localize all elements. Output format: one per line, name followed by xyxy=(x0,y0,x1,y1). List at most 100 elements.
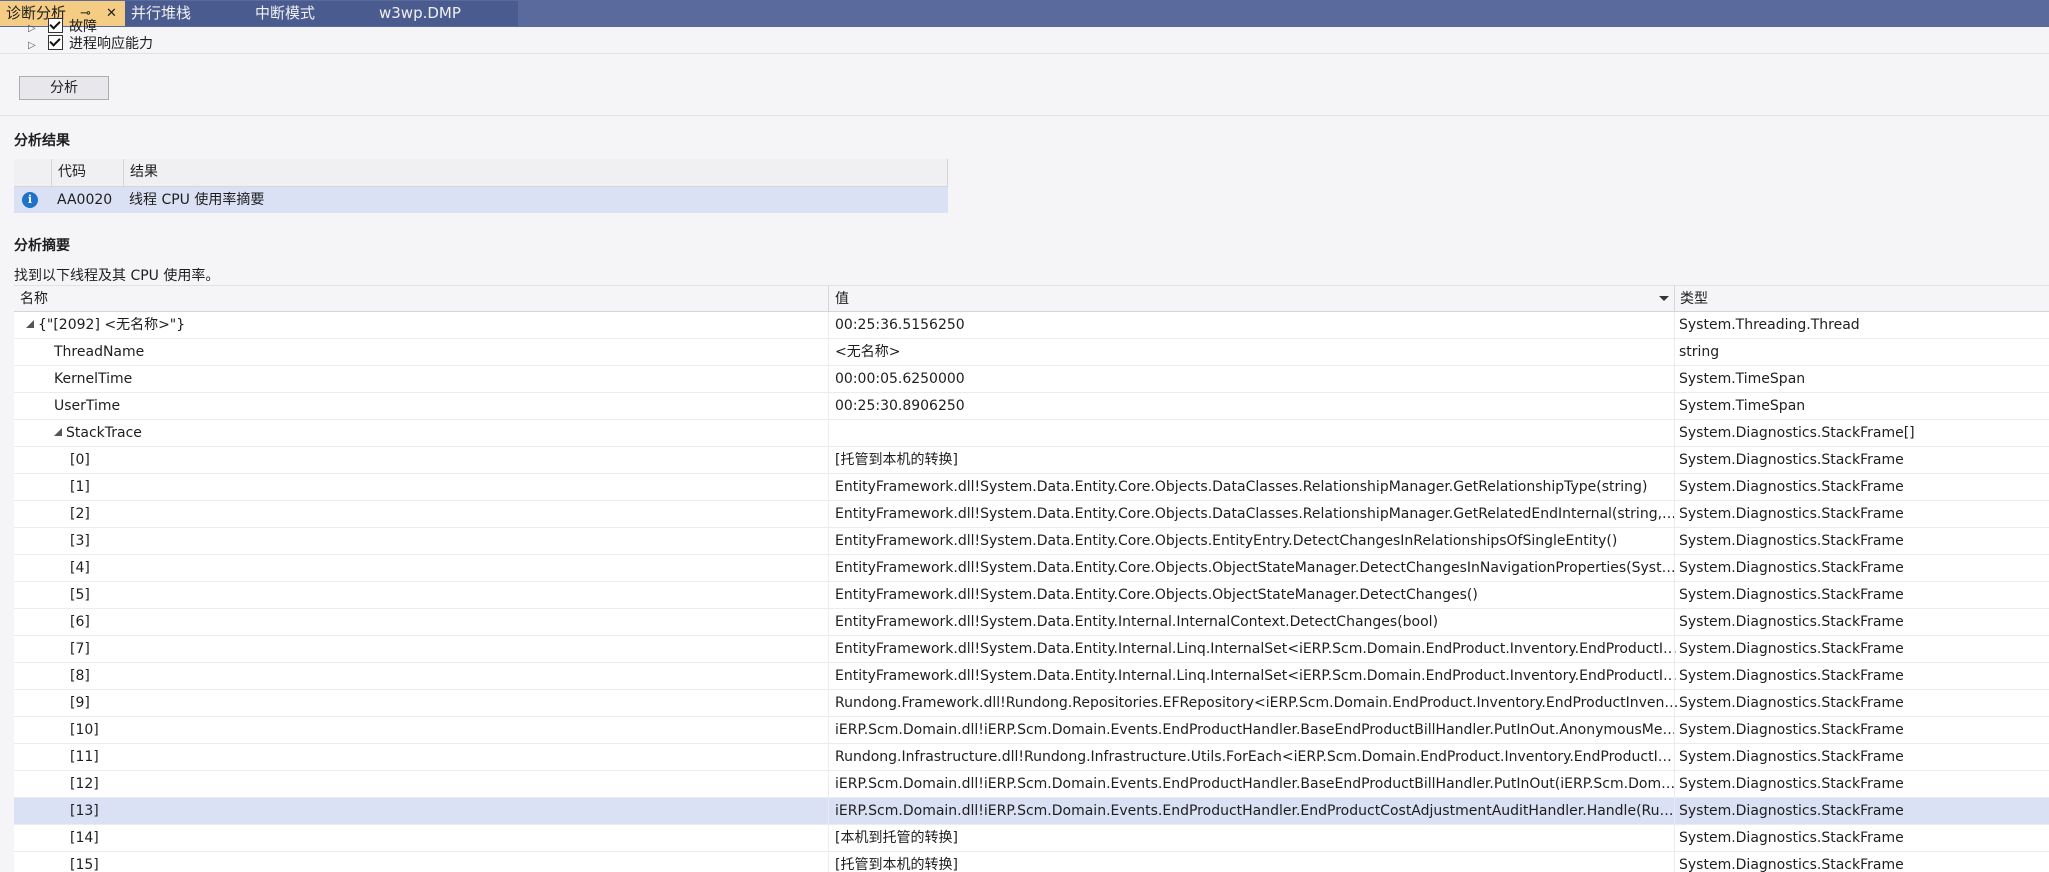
column-separator xyxy=(1674,609,1675,635)
divider xyxy=(0,115,2049,116)
table-row[interactable]: [3] EntityFramework.dll!System.Data.Entit… xyxy=(14,528,2049,555)
table-row[interactable]: [8] EntityFramework.dll!System.Data.Entit… xyxy=(14,663,2049,690)
grid-header: 名称 值 类型 xyxy=(14,285,2049,312)
row-name-cell: [10] xyxy=(14,717,828,743)
row-name: [10] xyxy=(70,722,99,738)
collapse-arrow-icon[interactable] xyxy=(54,428,62,436)
option-label: 故障 xyxy=(69,19,97,35)
row-type: System.Diagnostics.StackFrame xyxy=(1679,749,1904,765)
row-value: [托管到本机的转换] xyxy=(835,857,958,872)
row-name: [9] xyxy=(70,695,90,711)
column-separator xyxy=(1674,528,1675,554)
table-row[interactable]: [6] EntityFramework.dll!System.Data.Entit… xyxy=(14,609,2049,636)
close-icon[interactable]: ✕ xyxy=(106,1,117,26)
row-value: 00:25:30.8906250 xyxy=(835,398,965,414)
table-row[interactable]: [15] [托管到本机的转换] System.Diagnostics.StackFr… xyxy=(14,852,2049,872)
table-row[interactable]: [11] Rundong.Infrastructure.dll!Rundong.I… xyxy=(14,744,2049,771)
info-icon: i xyxy=(22,192,38,208)
type-column-header[interactable]: 类型 xyxy=(1674,286,2049,312)
table-row[interactable]: KernelTime 00:00:05.6250000 System.TimeSpa… xyxy=(14,366,2049,393)
row-value: [本机到托管的转换] xyxy=(835,830,958,846)
column-separator xyxy=(828,393,829,419)
table-row[interactable]: [12] iERP.Scm.Domain.dll!iERP.Scm.Domain.… xyxy=(14,771,2049,798)
divider xyxy=(0,53,2049,54)
collapse-arrow-icon[interactable] xyxy=(26,320,34,328)
table-row[interactable]: [14] [本机到托管的转换] System.Diagnostics.StackFr… xyxy=(14,825,2049,852)
tab-label: w3wp.DMP xyxy=(379,4,461,22)
responsiveness-checkbox[interactable] xyxy=(48,35,63,50)
row-name: [7] xyxy=(70,641,90,657)
result-text[interactable]: 线程 CPU 使用率摘要 xyxy=(123,187,948,213)
results-row[interactable]: i AA0020 线程 CPU 使用率摘要 xyxy=(14,187,948,213)
row-type: System.Threading.Thread xyxy=(1679,317,1860,333)
tab-1[interactable]: 并行堆栈 xyxy=(125,1,249,26)
row-type: System.Diagnostics.StackFrame xyxy=(1679,614,1904,630)
row-value: Rundong.Framework.dll!Rundong.Repositori… xyxy=(835,695,1680,711)
result-code: AA0020 xyxy=(57,192,113,208)
column-separator xyxy=(828,609,829,635)
row-name: [12] xyxy=(70,776,99,792)
column-separator xyxy=(828,636,829,662)
column-separator xyxy=(828,474,829,500)
row-name: [5] xyxy=(70,587,90,603)
row-type: System.Diagnostics.StackFrame xyxy=(1679,587,1904,603)
table-row[interactable]: [13] iERP.Scm.Domain.dll!iERP.Scm.Domain.… xyxy=(14,798,2049,825)
value-column-header[interactable]: 值 xyxy=(829,286,1679,312)
row-value: Rundong.Infrastructure.dll!Rundong.Infra… xyxy=(835,749,1680,765)
table-row[interactable]: [2] EntityFramework.dll!System.Data.Entit… xyxy=(14,501,2049,528)
crash-checkbox[interactable] xyxy=(48,18,63,33)
row-value: 00:00:05.6250000 xyxy=(835,371,965,387)
table-row[interactable]: [4] EntityFramework.dll!System.Data.Entit… xyxy=(14,555,2049,582)
table-row[interactable]: [5] EntityFramework.dll!System.Data.Entit… xyxy=(14,582,2049,609)
column-separator xyxy=(828,555,829,581)
table-row[interactable]: StackTrace System.Diagnostics.StackFrame[… xyxy=(14,420,2049,447)
row-name-cell: [9] xyxy=(14,690,828,716)
row-value: <无名称> xyxy=(835,344,901,360)
row-name: [6] xyxy=(70,614,90,630)
row-value: [托管到本机的转换] xyxy=(835,452,958,468)
tab-2[interactable]: 中断模式 xyxy=(249,1,373,26)
name-column-header[interactable]: 名称 xyxy=(14,286,828,312)
row-value: iERP.Scm.Domain.dll!iERP.Scm.Domain.Even… xyxy=(835,803,1680,819)
column-separator xyxy=(828,528,829,554)
row-type: System.Diagnostics.StackFrame xyxy=(1679,857,1904,872)
column-separator xyxy=(828,744,829,770)
column-separator xyxy=(1674,825,1675,851)
row-name-cell: [6] xyxy=(14,609,828,635)
row-name: {"[2092] <无名称>"} xyxy=(38,317,186,333)
table-row[interactable]: {"[2092] <无名称>"} 00:25:36.5156250 System.T… xyxy=(14,312,2049,339)
row-type: System.Diagnostics.StackFrame xyxy=(1679,776,1904,792)
row-name-cell: [0] xyxy=(14,447,828,473)
row-type: System.TimeSpan xyxy=(1679,371,1806,387)
row-name-cell: [2] xyxy=(14,501,828,527)
row-value: iERP.Scm.Domain.dll!iERP.Scm.Domain.Even… xyxy=(835,776,1680,792)
table-row[interactable]: [1] EntityFramework.dll!System.Data.Entit… xyxy=(14,474,2049,501)
table-row[interactable]: [9] Rundong.Framework.dll!Rundong.Reposit… xyxy=(14,690,2049,717)
table-row[interactable]: [7] EntityFramework.dll!System.Data.Entit… xyxy=(14,636,2049,663)
tab-label: 并行堆栈 xyxy=(131,4,192,22)
result-column-header[interactable]: 结果 xyxy=(123,159,948,186)
row-value xyxy=(835,420,1680,446)
row-type: System.Diagnostics.StackFrame xyxy=(1679,803,1904,819)
analyze-button[interactable]: 分析 xyxy=(19,76,109,100)
table-row[interactable]: [10] iERP.Scm.Domain.dll!iERP.Scm.Domain.… xyxy=(14,717,2049,744)
row-type: System.TimeSpan xyxy=(1679,398,1806,414)
row-name-cell: [15] xyxy=(14,852,828,872)
row-name-cell: ThreadName xyxy=(14,339,828,365)
column-separator xyxy=(1674,663,1675,689)
code-column-header[interactable]: 代码 xyxy=(51,159,123,186)
row-type: System.Diagnostics.StackFrame xyxy=(1679,479,1904,495)
results-header: 代码 结果 xyxy=(14,159,948,187)
row-name-cell: [1] xyxy=(14,474,828,500)
column-separator xyxy=(828,447,829,473)
sort-descending-icon[interactable] xyxy=(1659,296,1669,301)
row-type: System.Diagnostics.StackFrame xyxy=(1679,695,1904,711)
table-row[interactable]: ThreadName <无名称> string xyxy=(14,339,2049,366)
row-value: EntityFramework.dll!System.Data.Entity.C… xyxy=(835,560,1680,576)
table-row[interactable]: UserTime 00:25:30.8906250 System.TimeSpan xyxy=(14,393,2049,420)
option-process-responsiveness[interactable]: ▷ 进程响应能力 xyxy=(28,34,153,54)
table-row[interactable]: [0] [托管到本机的转换] System.Diagnostics.StackFra… xyxy=(14,447,2049,474)
row-name: UserTime xyxy=(54,398,121,414)
tab-3[interactable]: w3wp.DMP xyxy=(373,1,518,26)
summary-description: 找到以下线程及其 CPU 使用率。 xyxy=(14,268,220,284)
